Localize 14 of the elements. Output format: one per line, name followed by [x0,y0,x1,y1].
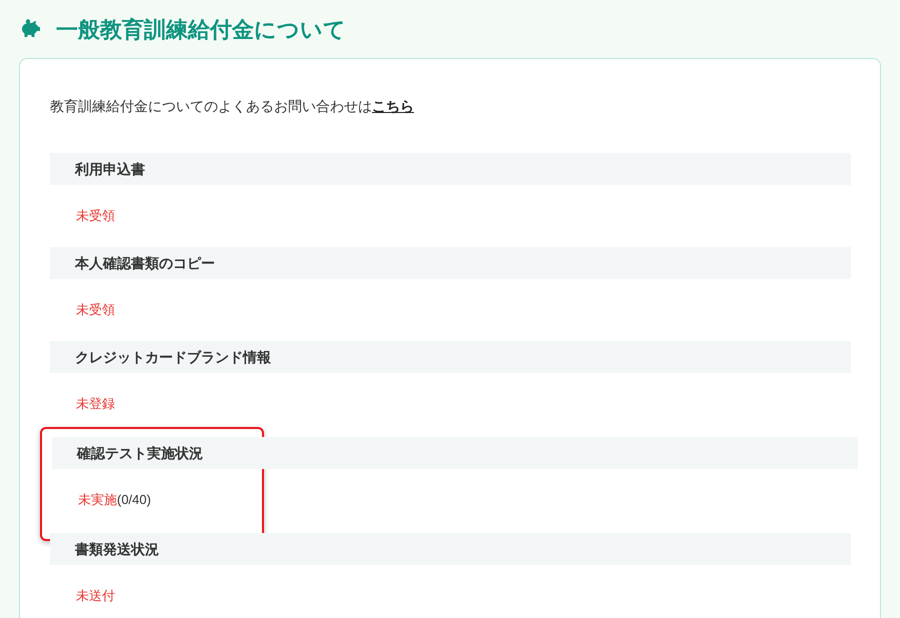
section-label: クレジットカードブランド情報 [75,348,271,366]
status-text: 未受領 [76,207,115,226]
status-text: 未送付 [76,587,115,606]
piggy-bank-icon [20,19,42,39]
status-text: 未登録 [76,395,115,414]
page-title: 一般教育訓練給付金について [56,16,346,44]
section-label: 書類発送状況 [75,540,159,559]
section-label: 利用申込書 [75,160,145,178]
intro-text: 教育訓練給付金についてのよくあるお問い合わせはこちら [50,97,415,116]
section-label: 確認テスト実施状況 [77,444,203,462]
faq-link[interactable]: こちら [372,98,414,114]
section-label: 本人確認書類のコピー [75,254,215,273]
status-text: 未受領 [76,301,115,320]
status-text: 未実施(0/40) [78,491,151,510]
